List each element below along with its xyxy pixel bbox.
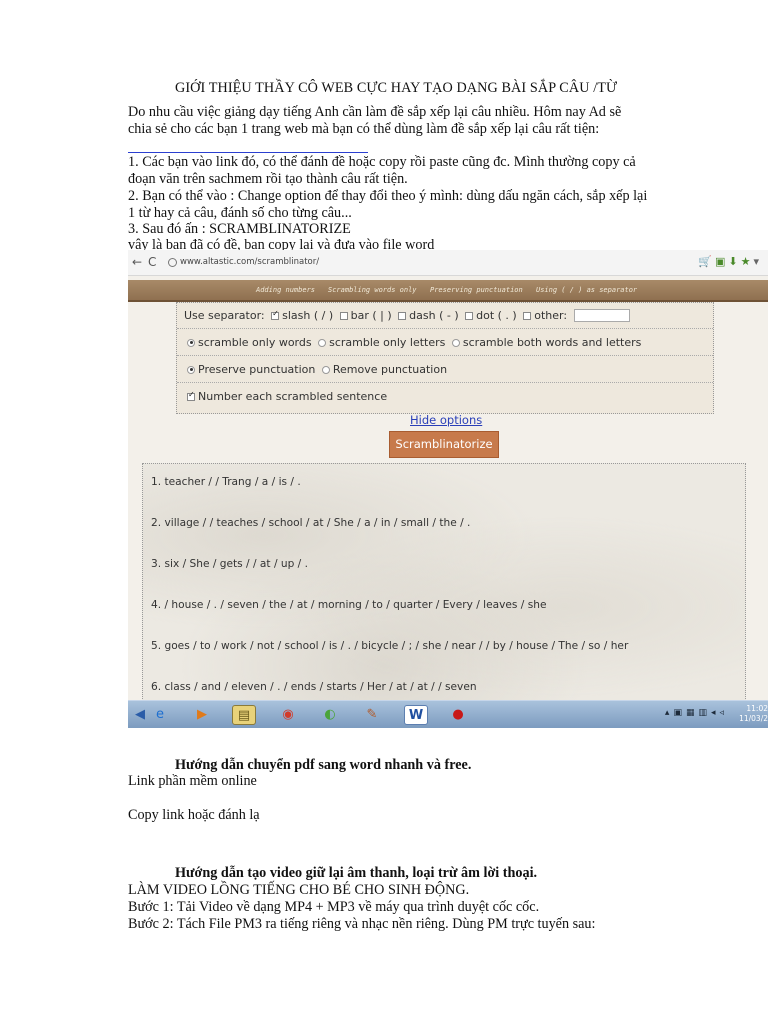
- page-info-icon[interactable]: [168, 258, 177, 267]
- punctuation-row: Preserve punctuation Remove punctuation: [177, 357, 713, 383]
- paint-icon[interactable]: ✎: [360, 705, 384, 725]
- result-line: 4. / house / . / seven / the / at / morn…: [151, 599, 547, 611]
- browser-address-bar: ← C www.altastic.com/scramblinator/ 🛒▣⬇★…: [128, 250, 768, 276]
- dot-label: dot ( . ): [476, 309, 517, 322]
- slash-label: slash ( / ): [282, 309, 334, 322]
- scramble-both-radio[interactable]: [451, 338, 460, 347]
- heading-pdf-to-word: Hướng dẫn chuyển pdf sang word nhanh và …: [175, 757, 472, 773]
- back-icon[interactable]: ←: [132, 255, 142, 269]
- scramble-letters-label: scramble only letters: [329, 336, 446, 349]
- separator-row: Use separator: slash ( / ) bar ( | ) das…: [177, 303, 713, 329]
- options-panel: Use separator: slash ( / ) bar ( | ) das…: [176, 302, 714, 414]
- step1-line-2: đoạn văn trên sachmem rồi tạo thành câu …: [128, 171, 408, 187]
- chrome-icon[interactable]: ◉: [276, 705, 300, 725]
- banner-item: Adding numbers: [256, 286, 316, 294]
- system-tray-icons[interactable]: ▴▣▦▥◂◃: [665, 708, 728, 718]
- result-line: 6. class / and / eleven / . / ends / sta…: [151, 681, 477, 693]
- other-checkbox[interactable]: [523, 311, 532, 320]
- number-each-checkbox[interactable]: [187, 390, 195, 401]
- results-area[interactable]: 1. teacher / / Trang / a / is / . 2. vil…: [142, 463, 746, 703]
- url-text[interactable]: www.altastic.com/scramblinator/: [180, 257, 319, 267]
- intro-line-2: chia sẻ cho các bạn 1 trang web mà bạn c…: [128, 121, 600, 137]
- numbering-row: Number each scrambled sentence: [177, 384, 713, 410]
- result-line: 2. village / / teaches / school / at / S…: [151, 517, 471, 529]
- word-icon[interactable]: W: [404, 705, 428, 725]
- hyperlink-underline[interactable]: [128, 152, 368, 153]
- dash-checkbox[interactable]: [398, 311, 407, 320]
- clock-time: 11:02: [746, 704, 768, 713]
- scramble-mode-row: scramble only words scramble only letter…: [177, 330, 713, 356]
- preserve-radio[interactable]: [187, 365, 195, 374]
- record-icon[interactable]: ●: [446, 705, 470, 725]
- scramble-words-radio[interactable]: [187, 338, 195, 347]
- copy-link-line: Copy link hoặc đánh lạ: [128, 807, 260, 823]
- windows-taskbar: ◀ e ▶ ▤ ◉ ◐ ✎ W ● ▴▣▦▥◂◃ 11:02 11/03/2: [128, 700, 768, 728]
- step3-line: 3. Sau đó ấn : SCRAMBLINATORIZE: [128, 221, 351, 237]
- step2-line-1: 2. Bạn có thể vào : Change option để tha…: [128, 188, 648, 204]
- clock-date: 11/03/2: [739, 714, 768, 723]
- clock[interactable]: 11:02 11/03/2: [739, 704, 768, 724]
- banner-item: Scrambling words only: [328, 286, 417, 294]
- feature-banner: Adding numbers Scrambling words only Pre…: [128, 280, 768, 302]
- scramblinatorize-button[interactable]: Scramblinatorize: [389, 431, 499, 458]
- dash-label: dash ( - ): [409, 309, 459, 322]
- online-link-line: Link phần mềm online: [128, 773, 257, 789]
- heading-video: Hướng dẫn tạo video giữ lại âm thanh, lo…: [175, 865, 538, 881]
- embedded-screenshot: ← C www.altastic.com/scramblinator/ 🛒▣⬇★…: [128, 250, 768, 728]
- step1-line-1: 1. Các bạn vào link đó, có thể đánh đề h…: [128, 154, 636, 170]
- media-player-icon[interactable]: ▶: [190, 705, 214, 725]
- internet-explorer-icon[interactable]: e: [148, 705, 172, 725]
- toolbar-extension-icons[interactable]: 🛒▣⬇★▾: [698, 255, 762, 268]
- result-line: 1. teacher / / Trang / a / is / .: [151, 476, 301, 488]
- reload-icon[interactable]: C: [148, 255, 156, 269]
- file-explorer-icon[interactable]: ▤: [232, 705, 256, 725]
- remove-label: Remove punctuation: [332, 363, 448, 376]
- video-caps-line: LÀM VIDEO LỒNG TIẾNG CHO BÉ CHO SINH ĐỘN…: [128, 882, 470, 898]
- banner-item: Preserving punctuation: [430, 286, 523, 294]
- video-step-1: Bước 1: Tải Video về dạng MP4 + MP3 về m…: [128, 899, 540, 915]
- step2-line-2: 1 từ hay cả câu, đánh số cho từng câu...: [128, 205, 352, 221]
- slash-checkbox[interactable]: [271, 309, 280, 320]
- separator-label: Use separator:: [184, 309, 265, 322]
- banner-item: Using ( / ) as separator: [536, 286, 638, 294]
- other-separator-input[interactable]: [573, 309, 630, 322]
- result-line: 3. six / She / gets / / at / up / .: [151, 558, 308, 570]
- dot-checkbox[interactable]: [465, 311, 474, 320]
- other-label: other:: [534, 309, 568, 322]
- coccoc-icon[interactable]: ◐: [318, 705, 342, 725]
- bar-label: bar ( | ): [350, 309, 392, 322]
- scramble-both-label: scramble both words and letters: [462, 336, 642, 349]
- intro-line-1: Do nhu cầu việc giảng dạy tiếng Anh cần …: [128, 104, 622, 120]
- hide-options-link[interactable]: Hide options: [410, 413, 482, 427]
- bar-checkbox[interactable]: [339, 311, 348, 320]
- video-step-2: Bước 2: Tách File PM3 ra tiếng riêng và …: [128, 916, 596, 932]
- preserve-label: Preserve punctuation: [198, 363, 316, 376]
- doc-title: GIỚI THIỆU THẦY CÔ WEB CỰC HAY TẠO DẠNG …: [175, 80, 618, 96]
- result-line: 5. goes / to / work / not / school / is …: [151, 640, 629, 652]
- scramble-letters-radio[interactable]: [318, 338, 327, 347]
- remove-radio[interactable]: [321, 365, 330, 374]
- scramble-words-label: scramble only words: [198, 336, 312, 349]
- number-each-label: Number each scrambled sentence: [198, 390, 388, 403]
